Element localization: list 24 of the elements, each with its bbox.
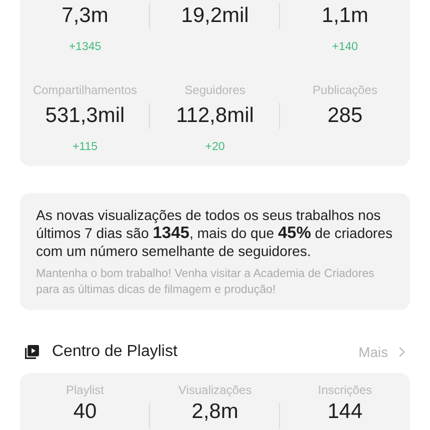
stat-value: 144 bbox=[327, 399, 363, 425]
stat-change: +1345 bbox=[68, 40, 102, 55]
section-title: Centro de Playlist bbox=[52, 343, 178, 361]
stat-value: 2,8m bbox=[192, 399, 238, 425]
playlist-icon bbox=[24, 344, 40, 360]
stat-label: Compartilhamentos bbox=[32, 82, 138, 99]
stat-value: 112,8mil bbox=[176, 103, 254, 129]
stat-value: 285 bbox=[327, 103, 363, 129]
stat-label: Inscrições bbox=[318, 382, 372, 399]
stat-label: Seguidores bbox=[184, 82, 246, 99]
stat-value: 40 bbox=[73, 399, 97, 425]
stat-label: Playlist bbox=[66, 382, 104, 399]
stat-value: 531,3mil bbox=[45, 103, 125, 129]
more-link[interactable]: Mais bbox=[358, 344, 410, 360]
insight-message: As novas visualizações de todos os seus trabalhos nos últimos 7 dias são 1345, mais do que 45% de criadores com um número semelhante de seguidores. bbox=[36, 206, 394, 260]
stat-value: 19,2mil bbox=[181, 3, 249, 29]
stat-label: Publicações bbox=[312, 82, 378, 99]
stat-value: 7,3m bbox=[62, 3, 108, 29]
stat-change: +115 bbox=[72, 140, 98, 155]
stat-change: +140 bbox=[332, 40, 358, 55]
stat-value: 1,1m bbox=[322, 3, 368, 29]
stat-change: +20 bbox=[205, 140, 225, 155]
stat-label: Visualizações bbox=[178, 382, 252, 399]
insight-tip: Mantenha o bom trabalho! Venha visitar a Academia de Criadores para as últimas dicas de filmagem e produção! bbox=[36, 266, 376, 298]
